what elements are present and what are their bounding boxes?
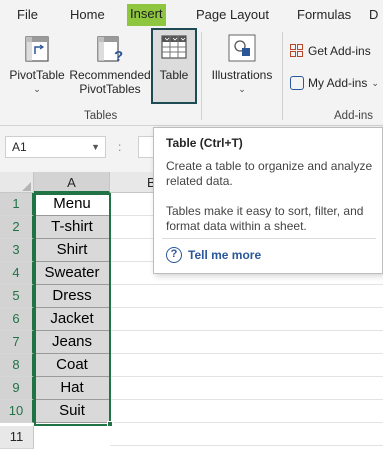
tab-data[interactable]: D bbox=[369, 5, 378, 27]
help-icon: ? bbox=[166, 247, 182, 263]
tab-file[interactable]: File bbox=[17, 5, 38, 27]
chevron-down-icon: ⌄ bbox=[33, 84, 41, 94]
tooltip-title: Table (Ctrl+T) bbox=[166, 136, 243, 150]
column-header-a[interactable]: A bbox=[34, 172, 110, 193]
table-tooltip: Table (Ctrl+T) Create a table to organiz… bbox=[153, 127, 383, 274]
table-cell[interactable]: T-shirt bbox=[35, 216, 110, 239]
row-header[interactable]: 10 bbox=[0, 400, 34, 423]
row-header[interactable]: 8 bbox=[0, 354, 34, 377]
my-addins-icon bbox=[290, 76, 304, 90]
row-header[interactable]: 9 bbox=[0, 377, 34, 400]
row-header[interactable]: 2 bbox=[0, 216, 34, 239]
chevron-down-icon: ⌄ bbox=[371, 77, 379, 88]
illustrations-label: Illustrations bbox=[211, 68, 273, 82]
pivottable-icon bbox=[25, 36, 49, 62]
table-cell[interactable]: Shirt bbox=[35, 239, 110, 262]
table-cell[interactable]: Sweater bbox=[35, 262, 110, 285]
row-header[interactable]: 6 bbox=[0, 308, 34, 331]
tell-me-more-label: Tell me more bbox=[188, 248, 262, 262]
select-all-corner[interactable] bbox=[0, 172, 34, 193]
illustrations-button[interactable]: Illustrations ⌄ bbox=[206, 32, 278, 96]
table-cell[interactable]: Jeans bbox=[35, 331, 110, 354]
row-header[interactable]: 3 bbox=[0, 239, 34, 262]
group-label-addins: Add-ins bbox=[334, 110, 373, 122]
table-cell[interactable]: Menu bbox=[35, 193, 110, 216]
tab-page-layout[interactable]: Page Layout bbox=[196, 5, 269, 27]
ribbon-tabs: File Home Insert Page Layout Formulas D bbox=[0, 0, 383, 28]
table-cell[interactable]: Coat bbox=[35, 354, 110, 377]
table-icon bbox=[161, 35, 187, 59]
ribbon-separator bbox=[282, 32, 283, 120]
tab-home[interactable]: Home bbox=[70, 5, 105, 27]
table-cell[interactable]: Hat bbox=[35, 377, 110, 400]
get-addins-button[interactable]: Get Add-ins bbox=[290, 44, 371, 58]
recommended-pivottables-button[interactable]: ? Recommended PivotTables bbox=[68, 34, 152, 96]
pivottable-button[interactable]: PivotTable ⌄ bbox=[6, 34, 68, 96]
table-cell[interactable]: Dress bbox=[35, 285, 110, 308]
get-addins-label: Get Add-ins bbox=[308, 44, 371, 58]
group-label-tables: Tables bbox=[84, 110, 118, 122]
chevron-down-icon[interactable]: ▼ bbox=[91, 137, 100, 157]
tab-formulas[interactable]: Formulas bbox=[297, 5, 351, 27]
table-cell[interactable]: Jacket bbox=[35, 308, 110, 331]
table-cell[interactable]: Suit bbox=[35, 400, 110, 423]
tooltip-description: Create a table to organize and analyze r… bbox=[166, 159, 373, 188]
my-addins-label: My Add-ins bbox=[308, 76, 368, 90]
tooltip-divider bbox=[162, 238, 376, 239]
illustrations-icon bbox=[228, 34, 256, 62]
tell-me-more-link[interactable]: ? Tell me more bbox=[166, 247, 261, 263]
row-header[interactable]: 5 bbox=[0, 285, 34, 308]
tab-insert[interactable]: Insert bbox=[127, 4, 166, 26]
table-button[interactable]: Table bbox=[151, 28, 197, 104]
chevron-down-icon: ⌄ bbox=[238, 84, 246, 94]
recommended-label-2: PivotTables bbox=[79, 82, 141, 96]
svg-text:?: ? bbox=[114, 48, 123, 64]
get-addins-icon bbox=[290, 44, 304, 58]
pivottable-label: PivotTable bbox=[9, 68, 65, 82]
my-addins-button[interactable]: My Add-ins ⌄ bbox=[290, 76, 379, 90]
ribbon: PivotTable ⌄ ? Recommended PivotTables T… bbox=[0, 28, 383, 126]
row-header[interactable]: 7 bbox=[0, 331, 34, 354]
name-box[interactable]: A1 ▼ bbox=[5, 136, 106, 158]
row-header[interactable]: 4 bbox=[0, 262, 34, 285]
fill-handle[interactable] bbox=[107, 421, 113, 427]
row-header[interactable]: 1 bbox=[0, 193, 34, 216]
tooltip-description: Tables make it easy to sort, filter, and… bbox=[166, 204, 364, 233]
recommended-label-1: Recommended bbox=[69, 68, 151, 82]
name-box-value: A1 bbox=[12, 140, 27, 154]
ribbon-separator bbox=[201, 32, 202, 120]
table-label: Table bbox=[159, 68, 189, 82]
formula-bar-separator: : bbox=[118, 140, 122, 154]
recommended-pivottables-icon: ? bbox=[97, 36, 123, 64]
row-header[interactable]: 11 bbox=[0, 426, 34, 449]
